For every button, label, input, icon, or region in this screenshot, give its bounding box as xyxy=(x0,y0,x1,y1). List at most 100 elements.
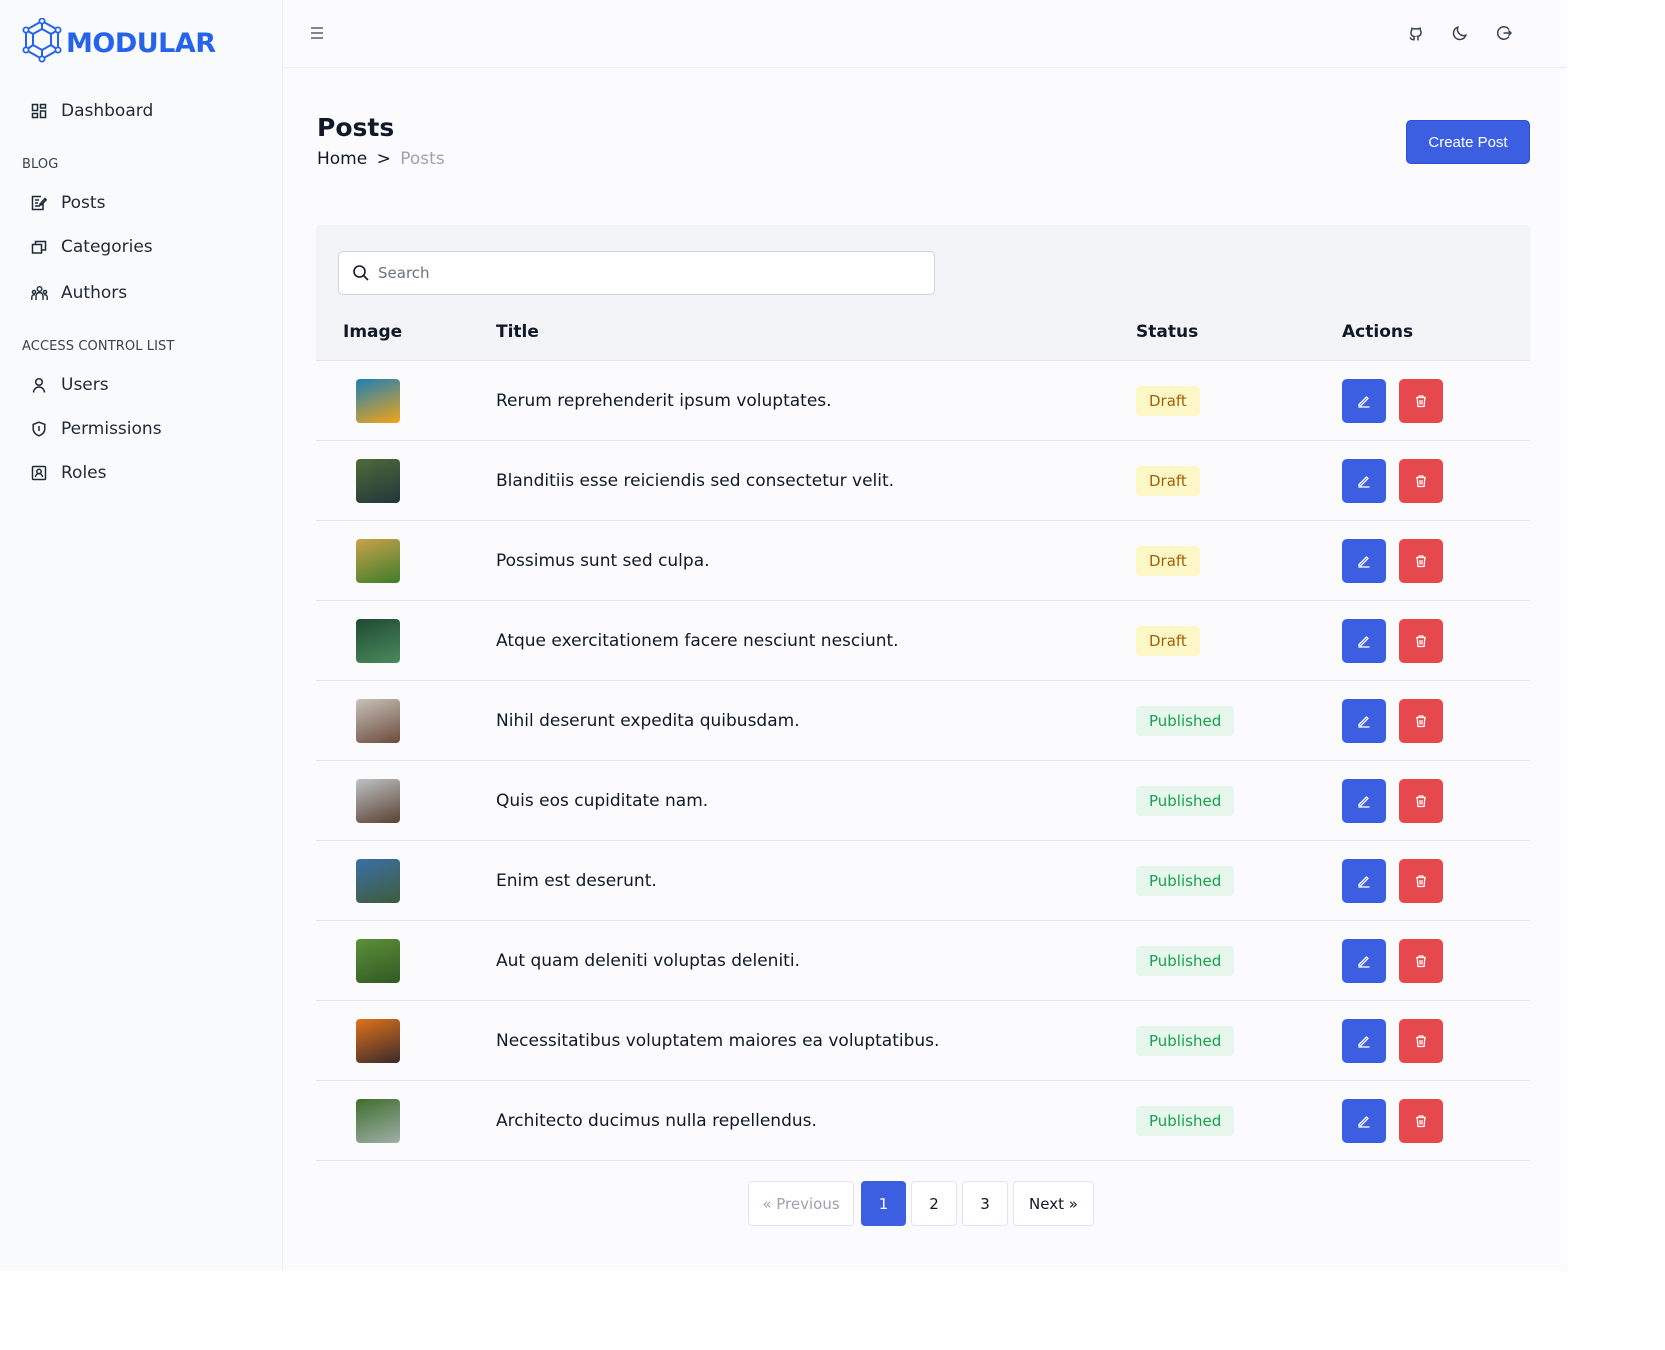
dashboard-icon xyxy=(30,102,48,120)
table-row: Atque exercitationem facere nesciunt nes… xyxy=(316,601,1530,681)
brand-logo[interactable]: MODULAR xyxy=(22,17,216,68)
pagination-page-1[interactable]: 1 xyxy=(861,1181,906,1226)
edit-button[interactable] xyxy=(1342,459,1386,503)
pencil-icon xyxy=(1357,474,1371,488)
create-post-button[interactable]: Create Post xyxy=(1406,120,1530,164)
edit-button[interactable] xyxy=(1342,939,1386,983)
post-thumbnail xyxy=(356,1019,400,1063)
pagination-page-3[interactable]: 3 xyxy=(962,1181,1008,1226)
pencil-icon xyxy=(1357,554,1371,568)
post-thumbnail xyxy=(356,539,400,583)
table-row: Possimus sunt sed culpa. Draft xyxy=(316,521,1530,601)
post-title: Rerum reprehenderit ipsum voluptates. xyxy=(496,391,832,411)
post-thumbnail xyxy=(356,779,400,823)
nav-section-acl: ACCESS CONTROL LIST xyxy=(22,339,175,354)
delete-button[interactable] xyxy=(1399,459,1443,503)
breadcrumb-home[interactable]: Home xyxy=(317,149,367,169)
sidebar-item-users[interactable]: Users xyxy=(30,375,109,395)
status-badge: Published xyxy=(1136,1106,1235,1136)
pagination-page-2[interactable]: 2 xyxy=(911,1181,957,1226)
posts-table: Image Title Status Actions Rerum reprehe… xyxy=(316,225,1530,1165)
pencil-icon xyxy=(1357,874,1371,888)
breadcrumb-current: Posts xyxy=(400,149,445,169)
trash-icon xyxy=(1414,554,1428,568)
edit-button[interactable] xyxy=(1342,1099,1386,1143)
sidebar-item-label: Dashboard xyxy=(61,101,154,121)
delete-button[interactable] xyxy=(1399,539,1443,583)
post-thumbnail xyxy=(356,379,400,423)
posts-icon xyxy=(30,194,48,212)
edit-button[interactable] xyxy=(1342,699,1386,743)
edit-button[interactable] xyxy=(1342,859,1386,903)
trash-icon xyxy=(1414,1114,1428,1128)
edit-button[interactable] xyxy=(1342,779,1386,823)
trash-icon xyxy=(1414,474,1428,488)
sidebar-item-roles[interactable]: Roles xyxy=(30,463,107,483)
trash-icon xyxy=(1414,634,1428,648)
delete-button[interactable] xyxy=(1399,1019,1443,1063)
sidebar-item-permissions[interactable]: Permissions xyxy=(30,419,162,439)
post-title: Possimus sunt sed culpa. xyxy=(496,551,710,571)
column-header-image: Image xyxy=(343,322,403,342)
search-field[interactable] xyxy=(338,251,935,295)
search-input[interactable] xyxy=(378,264,918,282)
status-badge: Draft xyxy=(1136,546,1200,576)
delete-button[interactable] xyxy=(1399,699,1443,743)
status-badge: Published xyxy=(1136,786,1235,816)
logout-icon[interactable] xyxy=(1493,22,1515,44)
sidebar-item-label: Permissions xyxy=(61,419,162,439)
sidebar-item-label: Roles xyxy=(61,463,107,483)
post-title: Architecto ducimus nulla repellendus. xyxy=(496,1111,817,1131)
post-thumbnail xyxy=(356,939,400,983)
pagination-previous[interactable]: « Previous xyxy=(748,1181,854,1226)
post-title: Atque exercitationem facere nesciunt nes… xyxy=(496,631,899,651)
table-row: Enim est deserunt. Published xyxy=(316,841,1530,921)
trash-icon xyxy=(1414,394,1428,408)
brand-name: MODULAR xyxy=(66,27,216,59)
delete-button[interactable] xyxy=(1399,379,1443,423)
status-badge: Published xyxy=(1136,1026,1235,1056)
table-row: Aut quam deleniti voluptas deleniti. Publ… xyxy=(316,921,1530,1001)
edit-button[interactable] xyxy=(1342,379,1386,423)
nav-section-blog: BLOG xyxy=(22,157,59,172)
pencil-icon xyxy=(1357,394,1371,408)
post-title: Necessitatibus voluptatem maiores ea vol… xyxy=(496,1031,940,1051)
pencil-icon xyxy=(1357,954,1371,968)
pencil-icon xyxy=(1357,794,1371,808)
delete-button[interactable] xyxy=(1399,939,1443,983)
column-header-actions: Actions xyxy=(1342,322,1414,342)
delete-button[interactable] xyxy=(1399,1099,1443,1143)
table-row: Rerum reprehenderit ipsum voluptates. Dra… xyxy=(316,361,1530,441)
menu-icon[interactable] xyxy=(309,23,329,43)
moon-icon[interactable] xyxy=(1449,22,1471,44)
sidebar-item-dashboard[interactable]: Dashboard xyxy=(30,101,153,121)
sidebar-item-label: Users xyxy=(61,375,109,395)
column-header-status[interactable]: Status xyxy=(1136,322,1198,342)
table-row: Blanditiis esse reiciendis sed consectet… xyxy=(316,441,1530,521)
breadcrumb: Home > Posts xyxy=(317,149,445,169)
sidebar-item-authors[interactable]: Authors xyxy=(30,283,127,303)
categories-icon xyxy=(30,238,48,256)
delete-button[interactable] xyxy=(1399,779,1443,823)
status-badge: Published xyxy=(1136,706,1235,736)
table-row: Architecto ducimus nulla repellendus. Pub… xyxy=(316,1081,1530,1161)
sidebar-item-label: Categories xyxy=(61,237,153,257)
post-title: Quis eos cupiditate nam. xyxy=(496,791,709,811)
sidebar-item-categories[interactable]: Categories xyxy=(30,237,153,257)
post-title: Aut quam deleniti voluptas deleniti. xyxy=(496,951,800,971)
edit-button[interactable] xyxy=(1342,539,1386,583)
post-thumbnail xyxy=(356,1099,400,1143)
status-badge: Published xyxy=(1136,946,1235,976)
delete-button[interactable] xyxy=(1399,859,1443,903)
trash-icon xyxy=(1414,954,1428,968)
edit-button[interactable] xyxy=(1342,1019,1386,1063)
github-icon[interactable] xyxy=(1405,22,1427,44)
edit-button[interactable] xyxy=(1342,619,1386,663)
status-badge: Draft xyxy=(1136,386,1200,416)
table-row: Quis eos cupiditate nam. Published xyxy=(316,761,1530,841)
delete-button[interactable] xyxy=(1399,619,1443,663)
post-thumbnail xyxy=(356,459,400,503)
column-header-title[interactable]: Title xyxy=(496,322,539,342)
pagination-next[interactable]: Next » xyxy=(1013,1181,1094,1226)
sidebar-item-posts[interactable]: Posts xyxy=(30,193,105,213)
